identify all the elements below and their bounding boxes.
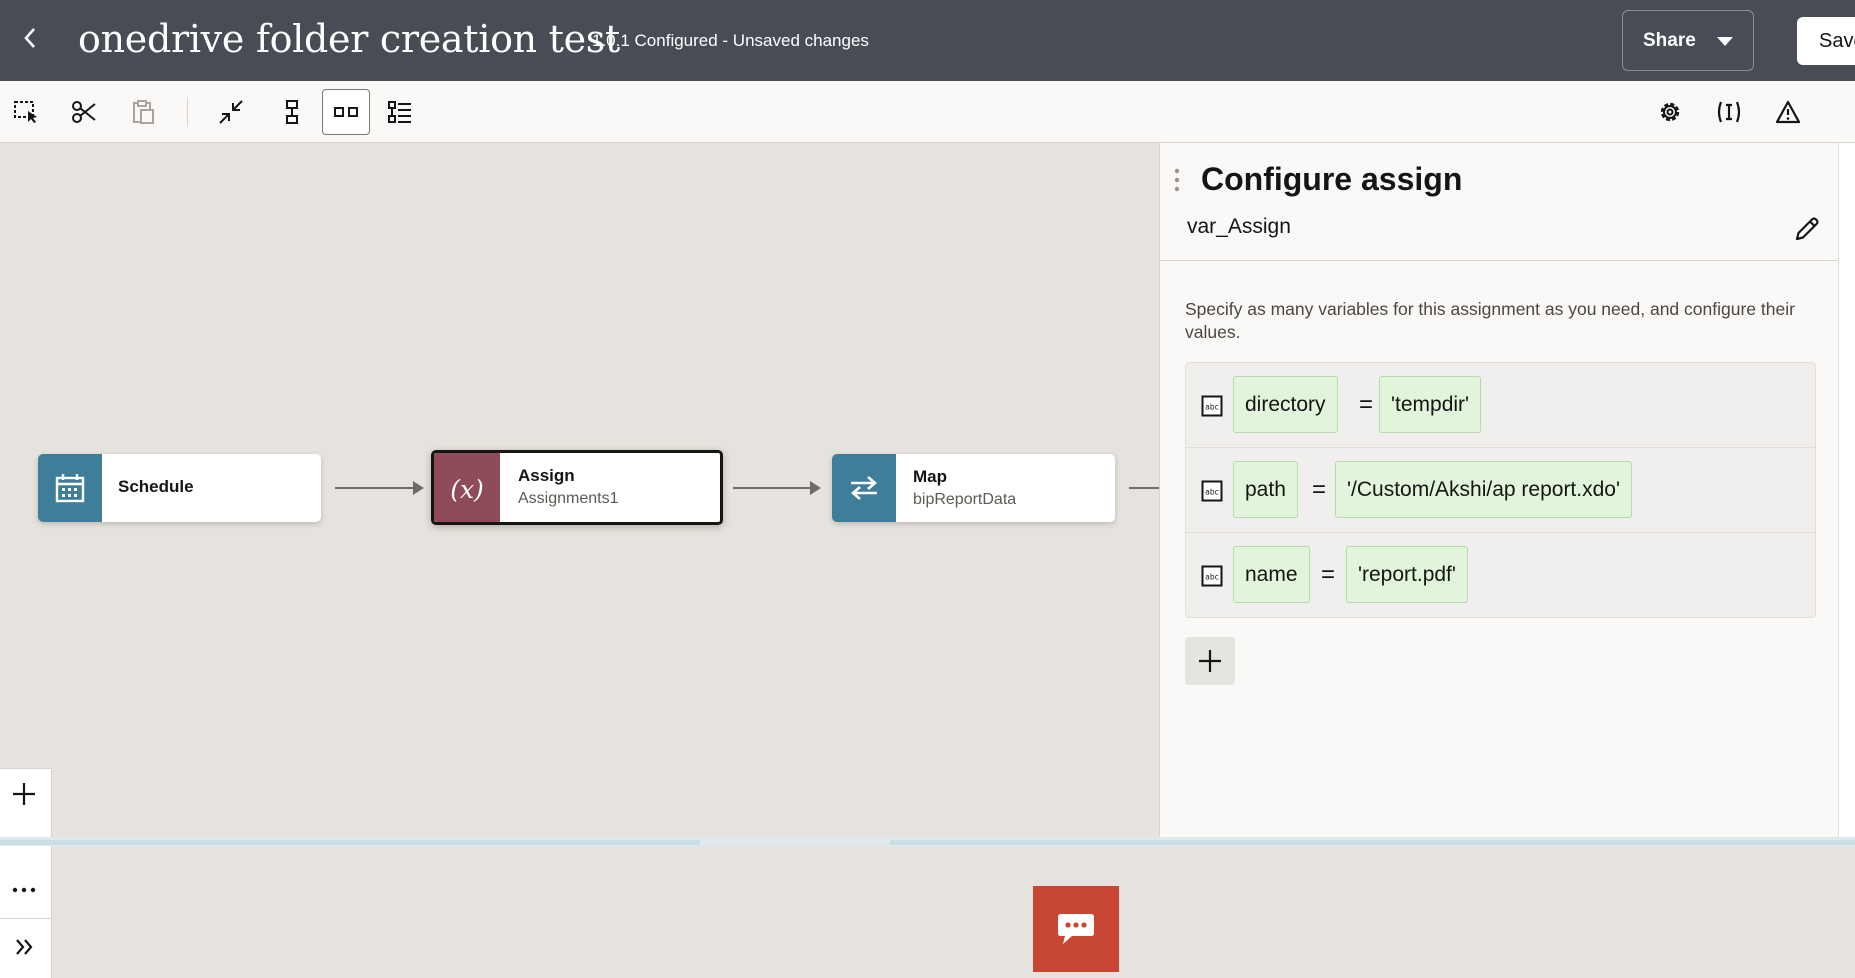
settings-button[interactable] (1646, 89, 1694, 135)
equals-operator: = (1321, 561, 1336, 588)
swap-arrows-icon (851, 476, 877, 500)
chat-bubble-icon (1058, 914, 1094, 944)
integration-canvas[interactable]: Schedule (x) Assign Assignments1 Map bip… (0, 143, 1160, 978)
page-title: onedrive folder creation test (78, 17, 620, 61)
calendar-icon (55, 474, 85, 503)
collapse-button[interactable] (207, 89, 255, 135)
panel-description: Specify as many variables for this assig… (1185, 299, 1795, 342)
panel-scroll-edge (1838, 143, 1855, 837)
assignment-row: abc directory = 'tempdir' (1186, 363, 1815, 448)
paste-button[interactable] (119, 89, 167, 135)
pencil-icon (1795, 217, 1819, 241)
save-button[interactable]: Save (1797, 17, 1855, 65)
assign-node[interactable]: (x) Assign Assignments1 (431, 450, 723, 525)
clipboard-icon (133, 100, 154, 124)
map-node-subtitle: bipReportData (913, 491, 1017, 508)
more-options-button[interactable] (0, 867, 48, 913)
string-type-icon: abc (1201, 480, 1223, 502)
assignment-row: abc name = 'report.pdf' (1186, 533, 1815, 618)
variable-chip[interactable]: path (1233, 461, 1298, 518)
list-tree-icon (388, 101, 411, 123)
outline-view-button[interactable] (376, 89, 424, 135)
vertical-layout-icon (286, 100, 298, 124)
map-node-tile (832, 454, 896, 522)
variable-icon: (x) (450, 474, 484, 504)
variable-bracket-icon (1717, 101, 1741, 123)
select-button[interactable] (2, 89, 50, 135)
string-type-icon: abc (1201, 565, 1223, 587)
zoom-divider (0, 918, 52, 919)
zoom-in-button[interactable] (0, 771, 48, 817)
plus-icon (13, 783, 35, 805)
assignment-list: abc directory = 'tempdir' abc path = '/C… (1185, 362, 1816, 618)
edit-name-button[interactable] (1788, 211, 1826, 247)
schedule-node[interactable]: Schedule (38, 454, 321, 522)
variable-chip[interactable]: name (1233, 546, 1310, 603)
assign-node-tile: (x) (434, 453, 500, 522)
equals-operator: = (1312, 476, 1327, 503)
toolbar-divider (187, 97, 188, 127)
gear-icon (1660, 102, 1680, 122)
svg-text:abc: abc (1205, 488, 1218, 497)
connector-line (1129, 487, 1160, 489)
value-chip[interactable]: 'tempdir' (1379, 376, 1482, 433)
app-header: onedrive folder creation test 1.0.1 Conf… (0, 0, 1855, 81)
assign-node-title: Assign (518, 466, 575, 485)
value-chip[interactable]: 'report.pdf' (1346, 546, 1468, 603)
map-node-title: Map (913, 467, 947, 486)
variables-button[interactable] (1705, 89, 1753, 135)
assignment-row: abc path = '/Custom/Akshi/ap report.xdo' (1186, 448, 1815, 533)
chat-button[interactable] (1033, 886, 1119, 972)
share-button-label: Share (1643, 29, 1696, 51)
canvas-toolbar (0, 81, 1855, 143)
connector-arrow (413, 481, 424, 495)
svg-text:abc: abc (1205, 403, 1218, 412)
share-button[interactable]: Share (1622, 10, 1754, 71)
svg-text:abc: abc (1205, 573, 1218, 582)
chevron-left-icon (24, 28, 35, 48)
schedule-node-title: Schedule (118, 477, 194, 496)
drag-handle-icon[interactable] (1174, 168, 1180, 192)
zoom-controls (0, 768, 52, 978)
ellipsis-icon (12, 887, 36, 893)
connector-line (733, 487, 814, 489)
warning-triangle-icon (1775, 100, 1801, 124)
equals-operator: = (1359, 391, 1374, 418)
back-button[interactable] (12, 20, 48, 56)
collapse-arrows-icon (219, 100, 243, 124)
caret-down-icon (1717, 37, 1733, 46)
double-chevron-right-icon (16, 939, 33, 955)
connector-line (335, 487, 417, 489)
expand-panel-button[interactable] (0, 924, 48, 970)
panel-divider (1160, 260, 1840, 261)
plus-icon (1199, 650, 1221, 672)
version-status: 1.0.1 Configured - Unsaved changes (592, 31, 869, 50)
panel-title: Configure assign (1201, 161, 1463, 197)
window-bottom-edge (0, 837, 1855, 846)
add-assignment-button[interactable] (1185, 637, 1235, 685)
assign-name: var_Assign (1187, 215, 1291, 238)
variable-chip[interactable]: directory (1233, 376, 1338, 433)
warnings-button[interactable] (1764, 89, 1812, 135)
configure-assign-panel: Configure assign var_Assign Specify as m… (1159, 143, 1840, 837)
cut-button[interactable] (60, 89, 108, 135)
value-chip[interactable]: '/Custom/Akshi/ap report.xdo' (1335, 461, 1632, 518)
horizontal-layout-button[interactable] (322, 89, 370, 135)
connector-arrow (810, 481, 821, 495)
marquee-select-icon (14, 101, 37, 123)
map-node[interactable]: Map bipReportData (832, 454, 1115, 522)
scissors-icon (72, 101, 96, 123)
schedule-node-tile (38, 454, 102, 522)
horizontal-layout-icon (334, 107, 358, 117)
assign-node-subtitle: Assignments1 (518, 490, 619, 507)
vertical-layout-button[interactable] (268, 89, 316, 135)
string-type-icon: abc (1201, 395, 1223, 417)
